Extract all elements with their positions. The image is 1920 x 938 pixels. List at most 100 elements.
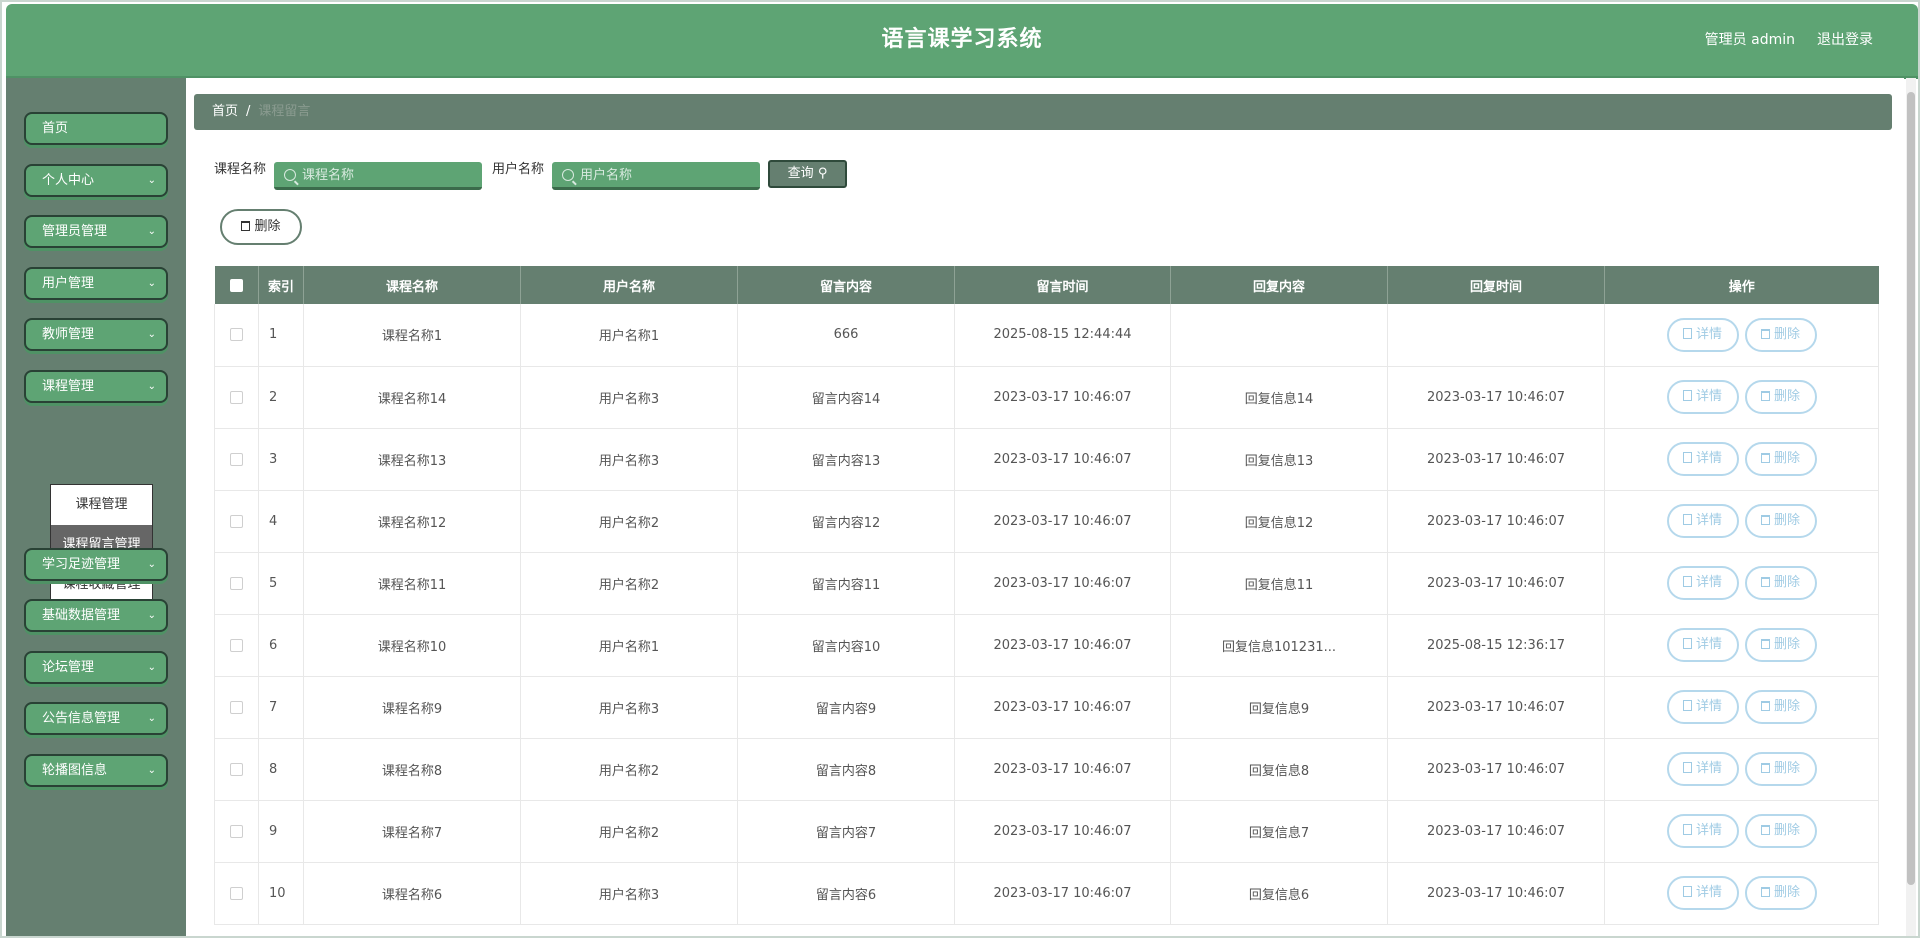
user-name-cell: 用户名称1	[520, 614, 738, 677]
row-index: 9	[258, 800, 304, 863]
row-select-cell[interactable]	[214, 490, 259, 553]
detail-label: 详情	[1695, 451, 1722, 466]
sidebar-item-home[interactable]: 首页	[24, 112, 168, 145]
sidebar-item-forum-management[interactable]: 论坛管理 ⌄	[24, 651, 168, 684]
column-header: 课程名称	[303, 266, 521, 304]
row-checkbox[interactable]	[230, 452, 243, 466]
row-checkbox[interactable]	[230, 762, 243, 776]
sidebar-item-admin-management[interactable]: 管理员管理 ⌄	[24, 215, 168, 248]
detail-button[interactable]: 详情	[1666, 504, 1739, 538]
row-checkbox[interactable]	[230, 576, 243, 590]
sidebar-item-learning-footprint[interactable]: 学习足迹管理 ⌄	[24, 548, 168, 581]
document-icon	[1682, 762, 1692, 773]
document-icon	[1682, 638, 1692, 649]
sidebar-item-label: 个人中心	[42, 173, 95, 188]
column-header: 留言时间	[954, 266, 1171, 304]
course-name-cell: 课程名称11	[303, 552, 521, 615]
table-row: 3 课程名称13 用户名称3 留言内容13 2023-03-17 10:46:07 回复信…	[214, 428, 1879, 491]
breadcrumb-home[interactable]: 首页	[212, 104, 238, 119]
search-icon: ⚲	[817, 166, 828, 181]
row-checkbox[interactable]	[230, 390, 243, 404]
detail-button[interactable]: 详情	[1666, 317, 1739, 352]
row-select-cell[interactable]	[214, 304, 259, 367]
delete-label: 删除	[1773, 451, 1800, 466]
delete-label: 删除	[1773, 389, 1800, 404]
detail-button[interactable]: 详情	[1666, 442, 1739, 476]
message-time-cell: 2023-03-17 10:46:07	[954, 614, 1171, 677]
column-header: 回复时间	[1387, 266, 1605, 304]
row-delete-button[interactable]: 删除	[1744, 690, 1817, 724]
row-checkbox[interactable]	[230, 514, 243, 528]
select-all-cell[interactable]	[214, 266, 259, 304]
row-checkbox[interactable]	[230, 824, 243, 838]
row-delete-button[interactable]: 删除	[1744, 752, 1817, 786]
query-button[interactable]: 查询 ⚲	[768, 160, 847, 188]
sidebar-item-announcement[interactable]: 公告信息管理 ⌄	[24, 702, 168, 735]
course-name-cell: 课程名称8	[303, 738, 521, 801]
user-name-cell: 用户名称3	[520, 862, 738, 925]
row-delete-button[interactable]: 删除	[1744, 566, 1817, 600]
user-name-cell: 用户名称3	[520, 366, 738, 429]
sidebar-item-user-management[interactable]: 用户管理 ⌄	[24, 267, 168, 300]
row-select-cell[interactable]	[214, 676, 259, 739]
document-icon	[1682, 514, 1692, 525]
row-checkbox[interactable]	[230, 328, 243, 342]
course-name-input[interactable]	[274, 162, 482, 190]
row-delete-button[interactable]: 删除	[1744, 876, 1817, 910]
detail-button[interactable]: 详情	[1666, 876, 1739, 910]
row-delete-button[interactable]: 删除	[1744, 380, 1817, 414]
row-actions: 详情 删除	[1604, 304, 1879, 367]
row-select-cell[interactable]	[214, 552, 259, 615]
row-delete-button[interactable]: 删除	[1744, 628, 1817, 662]
row-select-cell[interactable]	[214, 862, 259, 925]
course-name-cell: 课程名称12	[303, 490, 521, 553]
user-name-input[interactable]	[552, 162, 760, 190]
row-actions: 详情 删除	[1604, 800, 1879, 863]
page-scrollbar[interactable]	[1906, 78, 1916, 936]
reply-time-cell	[1387, 304, 1605, 367]
row-checkbox[interactable]	[230, 638, 243, 652]
sidebar-item-personal-center[interactable]: 个人中心 ⌄	[24, 164, 168, 197]
sidebar-item-teacher-management[interactable]: 教师管理 ⌄	[24, 318, 168, 351]
message-time-cell: 2023-03-17 10:46:07	[954, 428, 1171, 491]
detail-button[interactable]: 详情	[1666, 752, 1739, 786]
detail-button[interactable]: 详情	[1666, 690, 1739, 724]
scrollbar-thumb[interactable]	[1907, 92, 1915, 885]
submenu-item-course-management[interactable]: 课程管理	[51, 485, 152, 525]
message-content-cell: 留言内容8	[737, 738, 955, 801]
detail-button[interactable]: 详情	[1666, 814, 1739, 848]
message-time-cell: 2023-03-17 10:46:07	[954, 676, 1171, 739]
document-icon	[1682, 390, 1692, 401]
row-index: 5	[258, 552, 304, 615]
row-delete-button[interactable]: 删除	[1744, 442, 1817, 476]
reply-time-cell: 2023-03-17 10:46:07	[1387, 428, 1605, 491]
sidebar-item-carousel[interactable]: 轮播图信息 ⌄	[24, 754, 168, 787]
row-checkbox[interactable]	[230, 700, 243, 714]
sidebar-item-basic-data[interactable]: 基础数据管理 ⌄	[24, 599, 168, 632]
detail-button[interactable]: 详情	[1666, 380, 1739, 414]
row-select-cell[interactable]	[214, 800, 259, 863]
select-all-checkbox[interactable]	[229, 278, 243, 292]
user-name-cell: 用户名称2	[520, 738, 738, 801]
row-checkbox[interactable]	[230, 886, 243, 900]
row-select-cell[interactable]	[214, 738, 259, 801]
chevron-down-icon: ⌄	[147, 559, 156, 570]
row-delete-button[interactable]: 删除	[1744, 504, 1817, 538]
reply-content-cell: 回复信息6	[1170, 862, 1388, 925]
logout-link[interactable]: 退出登录	[1817, 4, 1873, 76]
search-icon	[284, 169, 296, 181]
detail-button[interactable]: 详情	[1666, 628, 1739, 662]
detail-button[interactable]: 详情	[1666, 566, 1739, 600]
sidebar-item-course-management[interactable]: 课程管理 ⌄	[24, 370, 168, 403]
row-delete-button[interactable]: 删除	[1744, 317, 1817, 352]
row-select-cell[interactable]	[214, 614, 259, 677]
breadcrumb: 首页 / 课程留言	[194, 94, 1892, 130]
row-delete-button[interactable]: 删除	[1744, 814, 1817, 848]
message-content-cell: 留言内容14	[737, 366, 955, 429]
message-content-cell: 留言内容11	[737, 552, 955, 615]
row-select-cell[interactable]	[214, 366, 259, 429]
chevron-down-icon: ⌄	[147, 765, 156, 776]
batch-delete-button[interactable]: 删除	[220, 209, 302, 245]
row-select-cell[interactable]	[214, 428, 259, 491]
reply-time-cell: 2023-03-17 10:46:07	[1387, 862, 1605, 925]
